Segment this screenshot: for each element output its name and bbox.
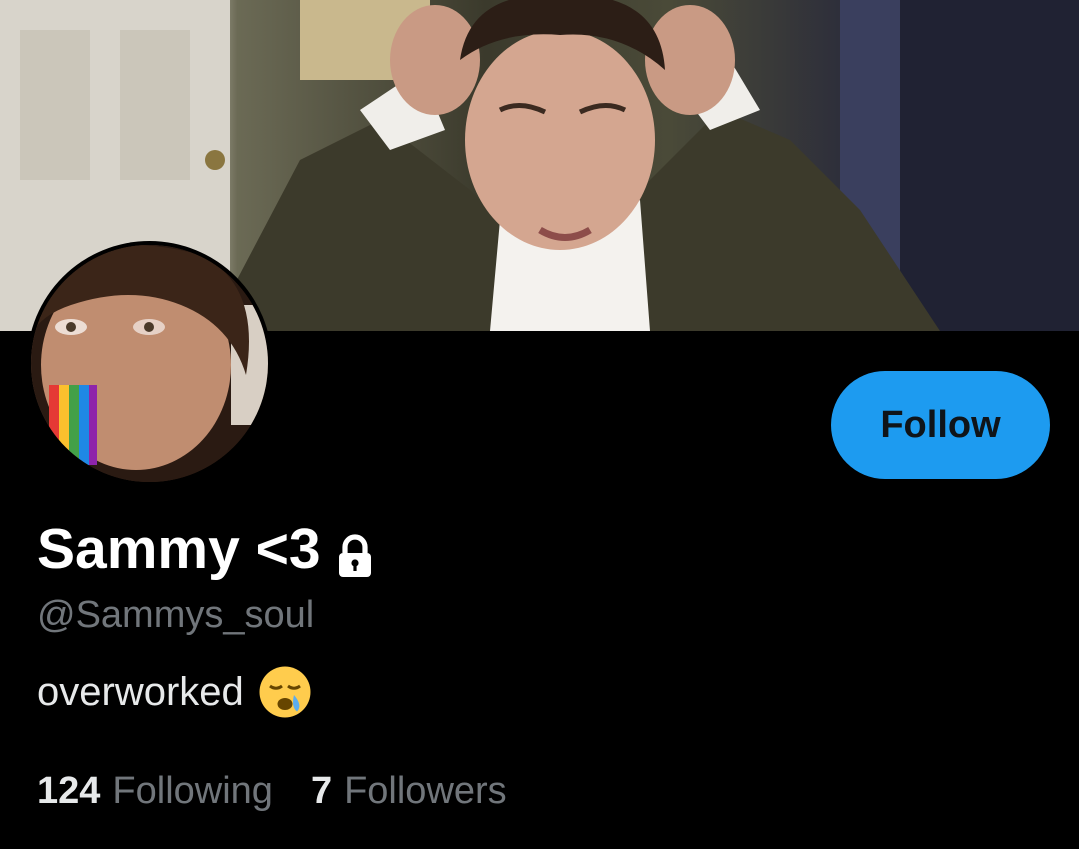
followers-count: 7 <box>310 770 333 812</box>
profile-avatar[interactable] <box>27 241 272 486</box>
avatar-portrait <box>31 245 268 482</box>
followers-label: Followers <box>344 770 507 812</box>
avatar-photo <box>31 245 268 482</box>
sleepy-face-icon <box>258 665 312 719</box>
following-link[interactable]: 124 Following <box>37 766 273 816</box>
following-label: Following <box>112 770 273 812</box>
following-count: 124 <box>37 770 101 812</box>
followers-link[interactable]: 7 Followers <box>311 766 507 816</box>
profile-page: Follow Sammy <3 @Sammys_soul overworked <box>0 0 1079 849</box>
display-name-row: Sammy <3 <box>37 514 379 584</box>
user-handle: @Sammys_soul <box>37 594 315 636</box>
display-name: Sammy <3 <box>37 517 321 581</box>
follow-button[interactable]: Follow <box>831 371 1050 479</box>
follow-stats: 124 Following 7 Followers <box>37 766 507 816</box>
lock-icon <box>331 527 379 577</box>
bio: overworked <box>37 665 312 719</box>
bio-text: overworked <box>37 670 244 714</box>
